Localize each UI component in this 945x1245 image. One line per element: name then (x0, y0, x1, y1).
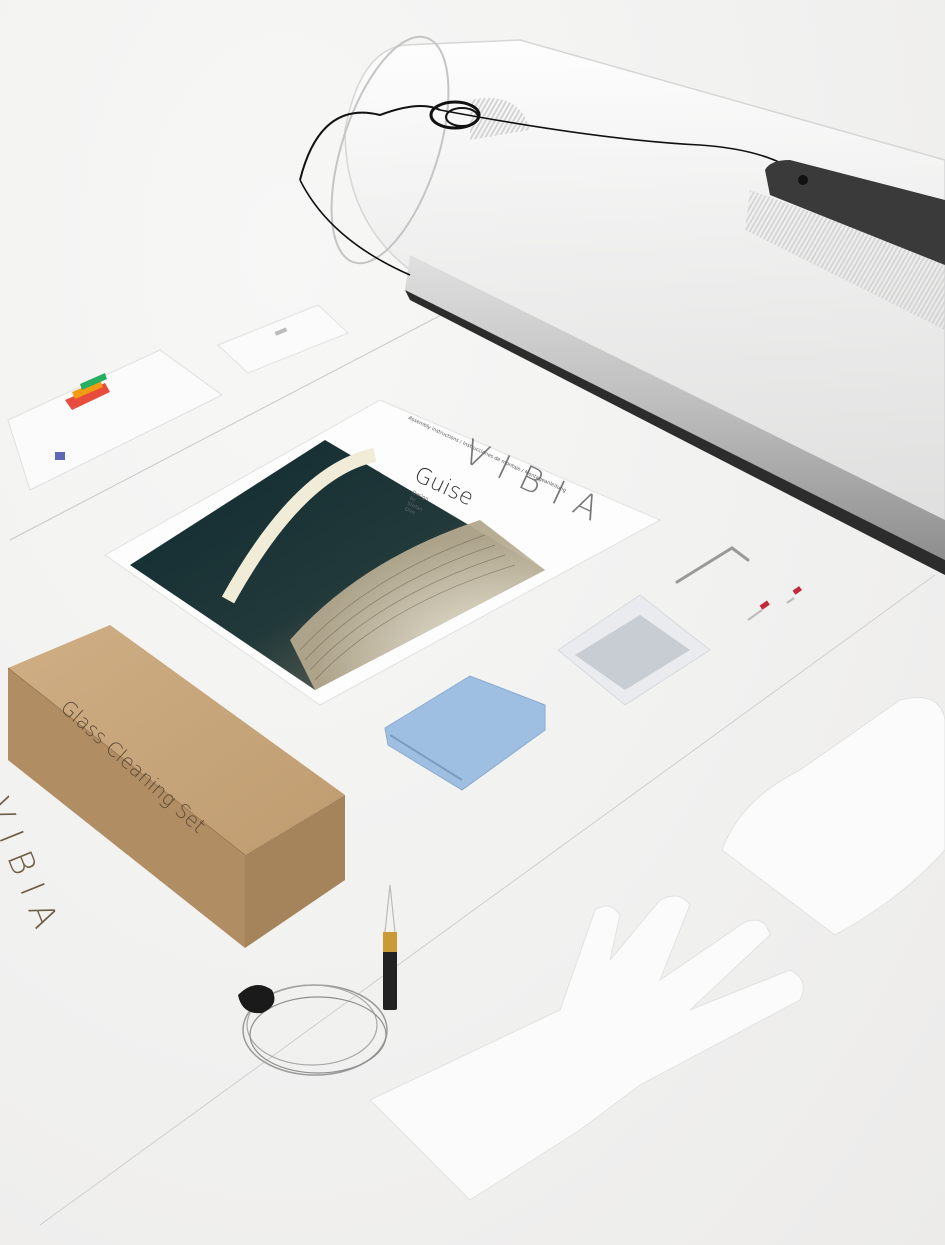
wire-ferrules-icon (747, 586, 802, 621)
energy-label-icon (7, 349, 223, 491)
hardware-bag-icon (557, 594, 711, 706)
product-flatlay-scene: VIBIA Assembly instructions / Instruccio… (0, 0, 945, 1245)
allen-key-icon (675, 546, 750, 584)
microfiber-cloth-icon (384, 675, 546, 791)
label-card-icon (217, 304, 349, 374)
scene-illustration (7, 35, 945, 1226)
